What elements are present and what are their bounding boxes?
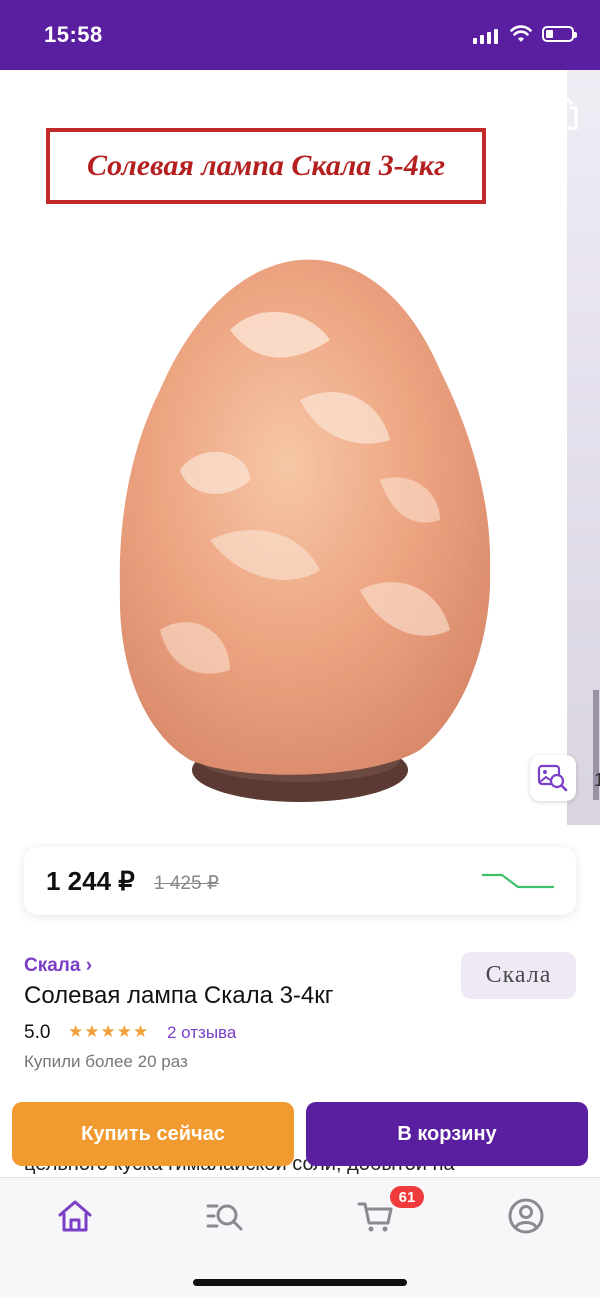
image-search-button[interactable] [530, 755, 576, 801]
next-slide-label: 1 [594, 770, 600, 790]
reviews-link[interactable]: 2 отзыва [167, 1023, 236, 1043]
buy-now-button[interactable]: Купить сейчас [12, 1102, 294, 1166]
brand-link[interactable]: Скала › [24, 955, 92, 977]
image-search-icon [537, 764, 568, 792]
cart-badge: 61 [390, 1186, 424, 1208]
cart-icon[interactable] [356, 1196, 396, 1236]
current-price: 1 244 ₽ [46, 866, 135, 896]
add-to-cart-button[interactable]: В корзину [306, 1102, 588, 1166]
next-slide-preview[interactable]: 1 [567, 70, 600, 825]
rating-value: 5.0 [24, 1022, 51, 1043]
catalog-search-icon[interactable] [205, 1196, 245, 1236]
profile-icon[interactable] [506, 1196, 546, 1236]
rating-stars-icon: ★★★★★ [68, 1022, 150, 1041]
brand-logo-text: Скала [485, 962, 552, 988]
product-title: Солевая лампа Скала 3-4кг [24, 982, 334, 1009]
battery-icon [542, 26, 577, 42]
add-to-cart-label: В корзину [397, 1122, 497, 1145]
old-price: 1 425 ₽ [154, 873, 219, 894]
price-history-sparkline-icon[interactable] [480, 871, 556, 895]
share-icon[interactable] [546, 92, 582, 132]
signal-icon [473, 28, 498, 44]
wifi-icon [510, 25, 532, 42]
brand-logo[interactable]: Скала [461, 952, 576, 999]
bottom-tab-bar: 61 [0, 1177, 600, 1298]
home-icon[interactable] [55, 1196, 95, 1236]
favorite-heart-icon[interactable] [472, 94, 510, 130]
product-gallery[interactable]: 1 Солевая лампа Скала 3-4кг [0, 70, 600, 825]
product-image [119, 259, 491, 802]
buy-now-label: Купить сейчас [81, 1122, 225, 1145]
status-bar: 15:58 [0, 0, 600, 70]
back-icon[interactable] [22, 94, 54, 134]
home-indicator [193, 1279, 407, 1286]
purchase-count: Купили более 20 раз [24, 1052, 188, 1071]
status-time: 15:58 [44, 22, 103, 47]
price-card[interactable]: 1 244 ₽ 1 425 ₽ [24, 847, 576, 915]
